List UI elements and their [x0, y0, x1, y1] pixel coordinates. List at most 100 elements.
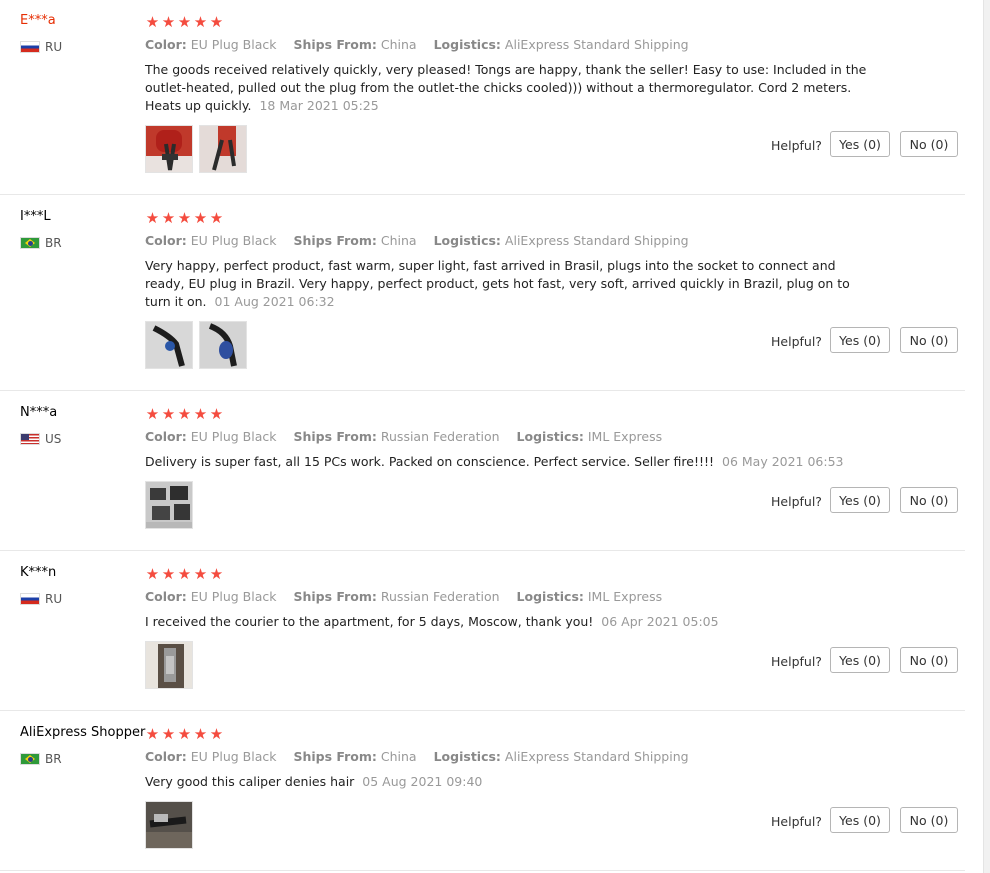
scrollbar-track[interactable] [983, 0, 990, 873]
reviews-page: E***a RU ★ ★ ★ ★ ★ Color: EU Plug Black … [0, 0, 990, 873]
star-icon: ★ [193, 13, 208, 31]
star-icon: ★ [145, 405, 160, 423]
logistics-label: Logistics: [433, 749, 501, 764]
helpful-label: Helpful? [771, 814, 822, 829]
helpful-yes-button[interactable]: Yes (0) [830, 487, 890, 513]
photo-blue-tongs-icon[interactable] [199, 321, 247, 369]
ships-from-label: Ships From: [293, 589, 377, 604]
photo-device-icon[interactable] [145, 641, 193, 689]
photo-package-icon[interactable] [145, 481, 193, 529]
review-item: K***n RU ★ ★ ★ ★ ★ Color: EU Plug Black … [0, 551, 965, 711]
helpful-no-button[interactable]: No (0) [900, 487, 958, 513]
country-code: RU [45, 592, 63, 606]
star-icon: ★ [177, 13, 192, 31]
helpful-label: Helpful? [771, 654, 822, 669]
country-code: US [45, 432, 62, 446]
color-value: EU Plug Black [190, 233, 277, 248]
logistics-label: Logistics: [516, 589, 584, 604]
color-value: EU Plug Black [190, 589, 277, 604]
color-label: Color: [145, 429, 187, 444]
review-item: N***a US ★ ★ ★ ★ ★ Color: EU Plug Black … [0, 391, 965, 551]
reviewer-country: BR [20, 235, 62, 251]
star-icon: ★ [209, 405, 224, 423]
helpful-yes-button[interactable]: Yes (0) [830, 647, 890, 673]
reviewer-name[interactable]: E***a [20, 12, 56, 30]
review-date: 06 May 2021 06:53 [722, 454, 844, 469]
review-photos [145, 641, 193, 689]
star-icon: ★ [193, 725, 208, 743]
star-icon: ★ [145, 725, 160, 743]
reviewer-name[interactable]: K***n [20, 564, 56, 582]
color-label: Color: [145, 749, 187, 764]
ships-from-value: China [380, 749, 417, 764]
review-date: 01 Aug 2021 06:32 [214, 294, 335, 309]
review-date: 18 Mar 2021 05:25 [259, 98, 379, 113]
order-info: Color: EU Plug Black Ships From: China L… [145, 232, 702, 250]
logistics-value: AliExpress Standard Shipping [504, 749, 689, 764]
reviewer-name[interactable]: I***L [20, 208, 51, 226]
review-text: The goods received relatively quickly, v… [145, 61, 870, 115]
helpful-yes-button[interactable]: Yes (0) [830, 131, 890, 157]
star-icon: ★ [177, 209, 192, 227]
photo-tongs-table-icon[interactable] [145, 801, 193, 849]
review-item: AliExpress Shopper BR ★ ★ ★ ★ ★ Color: E… [0, 711, 965, 871]
country-code: RU [45, 40, 63, 54]
review-body: The goods received relatively quickly, v… [145, 62, 867, 113]
order-info: Color: EU Plug Black Ships From: China L… [145, 748, 702, 766]
color-label: Color: [145, 589, 187, 604]
reviewer-country: US [20, 431, 61, 447]
ships-from-value: Russian Federation [380, 429, 500, 444]
review-date: 06 Apr 2021 05:05 [601, 614, 719, 629]
star-icon: ★ [161, 725, 176, 743]
review-item: I***L BR ★ ★ ★ ★ ★ Color: EU Plug Black … [0, 195, 965, 391]
review-body: Delivery is super fast, all 15 PCs work.… [145, 454, 715, 469]
star-icon: ★ [209, 565, 224, 583]
reviewer-name[interactable]: AliExpress Shopper [20, 724, 145, 742]
logistics-value: AliExpress Standard Shipping [504, 37, 689, 52]
helpful-no-button[interactable]: No (0) [900, 131, 958, 157]
review-text: Very happy, perfect product, fast warm, … [145, 257, 870, 311]
ships-from-label: Ships From: [293, 37, 377, 52]
photo-black-tongs-icon[interactable] [145, 321, 193, 369]
star-icon: ★ [209, 13, 224, 31]
review-photos [145, 801, 193, 849]
order-info: Color: EU Plug Black Ships From: Russian… [145, 588, 675, 606]
helpful-yes-button[interactable]: Yes (0) [830, 327, 890, 353]
rating-stars: ★ ★ ★ ★ ★ [145, 726, 224, 742]
order-info: Color: EU Plug Black Ships From: China L… [145, 36, 702, 54]
logistics-value: IML Express [587, 589, 663, 604]
star-icon: ★ [177, 725, 192, 743]
reviewer-country: RU [20, 591, 62, 607]
photo-red-tongs-icon[interactable] [199, 125, 247, 173]
usa-flag-icon [20, 433, 40, 445]
review-photos [145, 125, 247, 173]
reviewer-country: BR [20, 751, 62, 767]
star-icon: ★ [193, 565, 208, 583]
star-icon: ★ [177, 565, 192, 583]
helpful-no-button[interactable]: No (0) [900, 807, 958, 833]
star-icon: ★ [177, 405, 192, 423]
helpful-label: Helpful? [771, 334, 822, 349]
ships-from-value: Russian Federation [380, 589, 500, 604]
review-text: Very good this caliper denies hair 05 Au… [145, 773, 870, 791]
star-icon: ★ [161, 209, 176, 227]
logistics-label: Logistics: [433, 233, 501, 248]
color-value: EU Plug Black [190, 37, 277, 52]
ships-from-value: China [380, 37, 417, 52]
ships-from-value: China [380, 233, 417, 248]
reviewer-name[interactable]: N***a [20, 404, 57, 422]
star-icon: ★ [209, 209, 224, 227]
helpful-no-button[interactable]: No (0) [900, 647, 958, 673]
helpful-no-button[interactable]: No (0) [900, 327, 958, 353]
review-photos [145, 321, 247, 369]
helpful-yes-button[interactable]: Yes (0) [830, 807, 890, 833]
review-text: I received the courier to the apartment,… [145, 613, 870, 631]
color-value: EU Plug Black [190, 429, 277, 444]
ships-from-label: Ships From: [293, 749, 377, 764]
order-info: Color: EU Plug Black Ships From: Russian… [145, 428, 675, 446]
color-label: Color: [145, 233, 187, 248]
photo-red-tongs-icon[interactable] [145, 125, 193, 173]
star-icon: ★ [145, 565, 160, 583]
star-icon: ★ [161, 13, 176, 31]
rating-stars: ★ ★ ★ ★ ★ [145, 566, 224, 582]
